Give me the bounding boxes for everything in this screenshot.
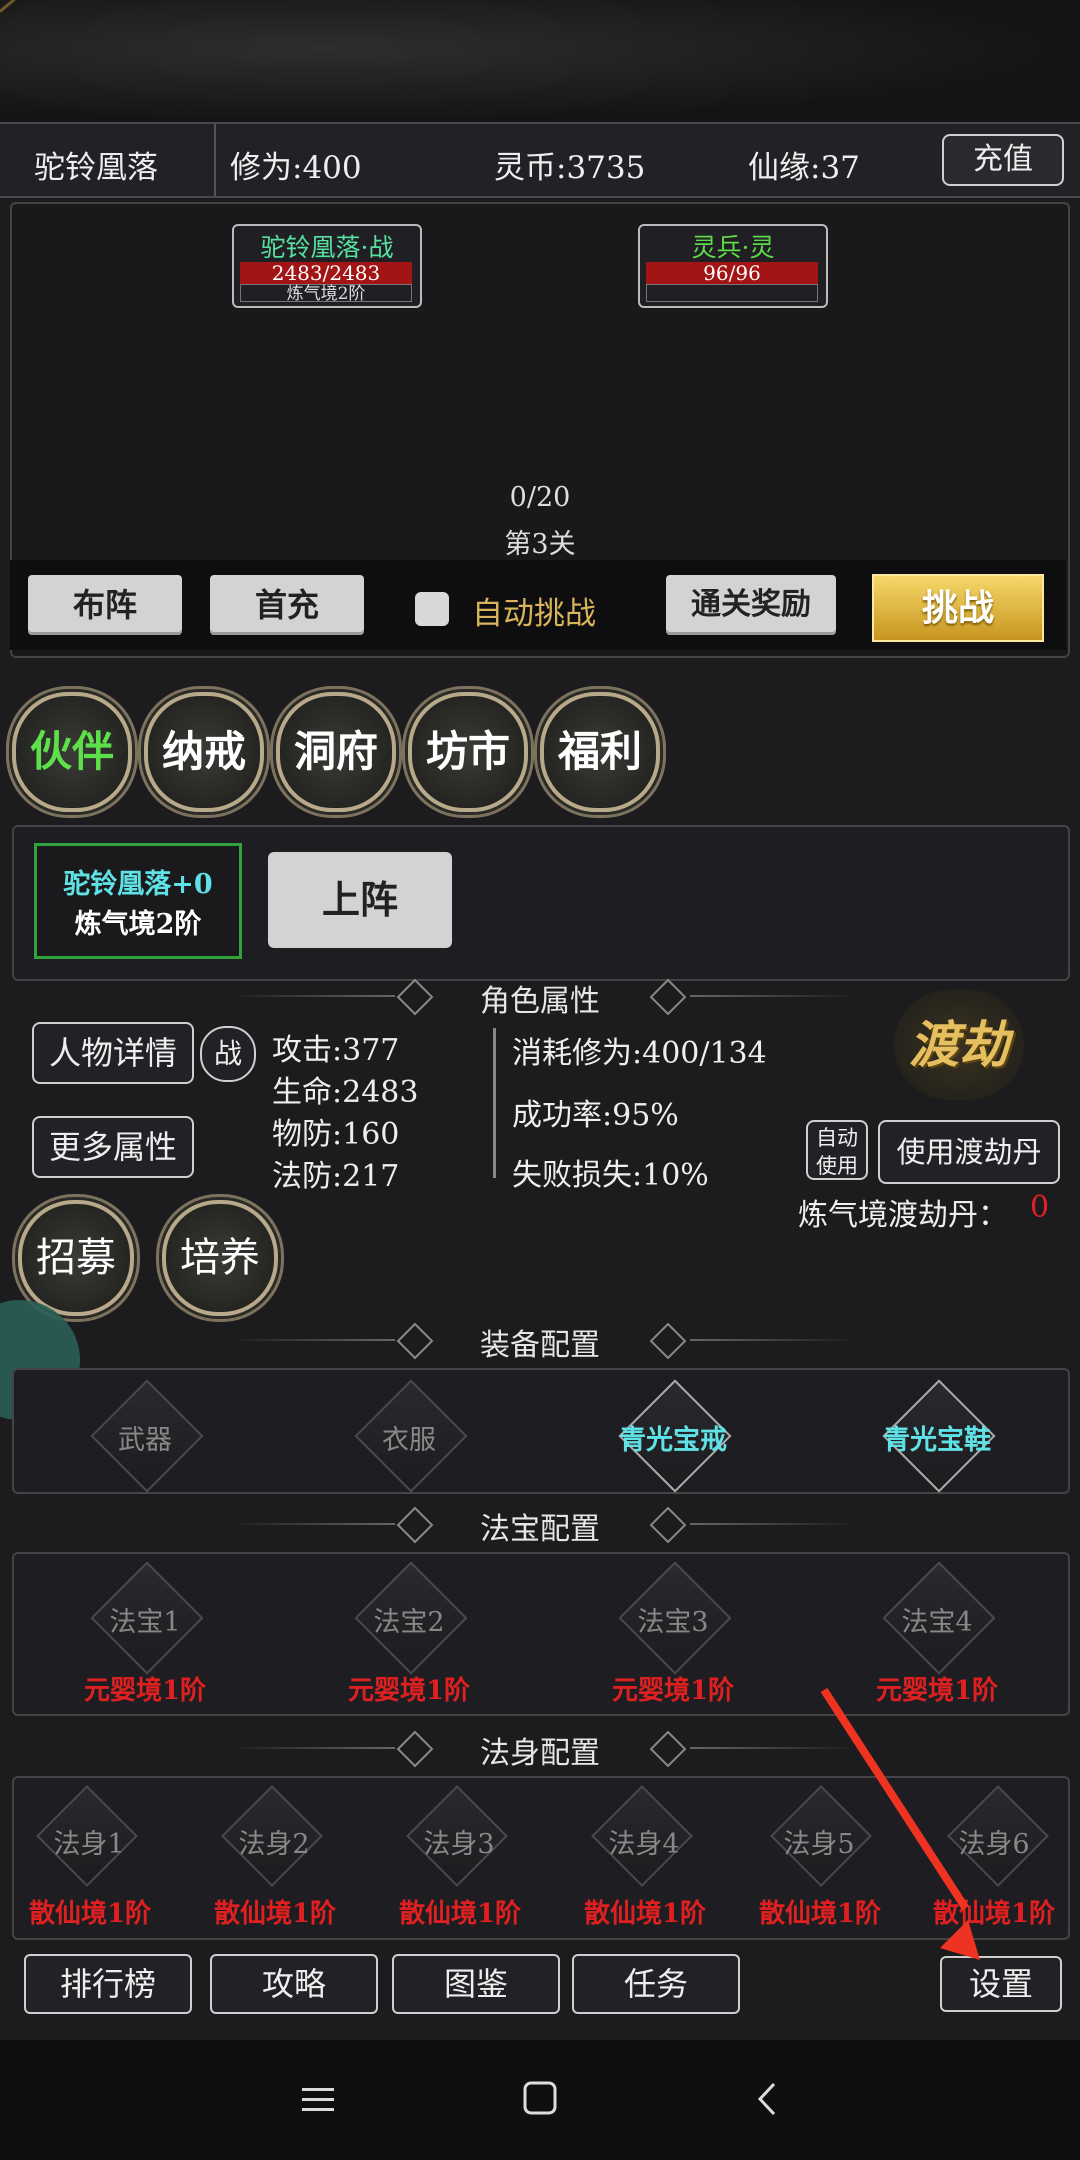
cultivation-cost: 消耗修为:400/134 xyxy=(512,1036,767,1071)
clothes-slot-label: 衣服 xyxy=(382,1425,436,1456)
back-icon[interactable] xyxy=(752,2080,782,2118)
success-rate: 成功率:95% xyxy=(512,1098,679,1133)
bodies-title: 法身配置 xyxy=(480,1736,600,1771)
stage-label: 第3关 xyxy=(504,529,576,560)
character-detail-button[interactable]: 人物详情 xyxy=(32,1022,194,1084)
body-slot-label: 法身3 xyxy=(423,1829,495,1860)
companion-card[interactable]: 驼铃凰落+0 炼气境2阶 xyxy=(34,843,242,959)
market-menu-button[interactable]: 坊市 xyxy=(408,692,528,812)
enemy-name: 灵兵·灵 xyxy=(691,233,775,262)
cave-menu-button[interactable]: 洞府 xyxy=(276,692,396,812)
section-line xyxy=(690,1747,855,1749)
enemy-unit[interactable]: 灵兵·灵 96/96 xyxy=(638,224,828,308)
weapon-slot-label: 武器 xyxy=(118,1425,172,1456)
body-slot-label: 法身1 xyxy=(53,1829,125,1860)
treasure-requirement: 元婴境1阶 xyxy=(875,1676,999,1706)
use-tribulation-pill-button[interactable]: 使用渡劫丹 xyxy=(878,1120,1060,1184)
companion-realm: 炼气境2阶 xyxy=(74,909,202,940)
task-button[interactable]: 任务 xyxy=(572,1954,740,2014)
first-charge-button[interactable]: 首充 xyxy=(210,575,364,635)
ally-hp-bar: 2483/2483 xyxy=(240,262,412,284)
welfare-menu-button[interactable]: 福利 xyxy=(540,692,660,812)
bodies-panel xyxy=(12,1776,1070,1940)
guide-button[interactable]: 攻略 xyxy=(210,1954,378,2014)
ally-unit[interactable]: 驼铃凰落·战 2483/2483 炼气境2阶 xyxy=(232,224,422,308)
more-attributes-button[interactable]: 更多属性 xyxy=(32,1116,194,1178)
recharge-button[interactable]: 充值 xyxy=(942,134,1064,186)
section-line xyxy=(690,995,855,997)
companion-name: 驼铃凰落+0 xyxy=(63,869,213,900)
auto-challenge-checkbox[interactable] xyxy=(415,592,449,626)
top-background xyxy=(0,0,1080,122)
tribulation-pill-label: 炼气境渡劫丹： xyxy=(798,1198,1008,1233)
train-button[interactable]: 培养 xyxy=(162,1200,278,1316)
home-icon[interactable] xyxy=(522,2080,558,2116)
treasure-slot-label: 法宝1 xyxy=(109,1607,181,1638)
section-line xyxy=(690,1339,855,1341)
treasures-title: 法宝配置 xyxy=(480,1512,600,1547)
body-requirement: 散仙境1阶 xyxy=(28,1899,152,1929)
body-requirement: 散仙境1阶 xyxy=(398,1899,522,1929)
tribulation-pill-count: 0 xyxy=(1030,1190,1050,1225)
menu-icon[interactable] xyxy=(300,2084,336,2116)
formation-button[interactable]: 布阵 xyxy=(28,575,182,635)
failure-loss: 失败损失:10% xyxy=(512,1158,709,1193)
body-slot-label: 法身6 xyxy=(958,1829,1030,1860)
attack-stat: 攻击:377 xyxy=(272,1033,400,1068)
status-bar: 驼铃凰落 修为:400 灵币:3735 仙缘:37 充值 xyxy=(0,122,1080,198)
hp-stat: 生命:2483 xyxy=(272,1075,419,1110)
body-slot-label: 法身4 xyxy=(608,1829,680,1860)
equipment-title: 装备配置 xyxy=(480,1328,600,1363)
divider xyxy=(214,124,216,196)
companion-menu-button[interactable]: 伙伴 xyxy=(12,692,132,812)
body-requirement: 散仙境1阶 xyxy=(583,1899,707,1929)
ally-realm: 炼气境2阶 xyxy=(240,284,412,303)
enemy-realm xyxy=(646,284,818,302)
magic-defense-stat: 法防:217 xyxy=(272,1159,400,1194)
treasure-slot-label: 法宝4 xyxy=(901,1607,973,1638)
codex-button[interactable]: 图鉴 xyxy=(392,1954,560,2014)
cultivation-value: 修为:400 xyxy=(230,150,362,186)
body-requirement: 散仙境1阶 xyxy=(758,1899,882,1929)
spirit-coins-value: 灵币:3735 xyxy=(494,150,646,186)
battle-tag-button[interactable]: 战 xyxy=(200,1026,256,1082)
treasure-requirement: 元婴境1阶 xyxy=(347,1676,471,1706)
body-requirement: 散仙境1阶 xyxy=(213,1899,337,1929)
challenge-button[interactable]: 挑战 xyxy=(872,574,1044,642)
deploy-button[interactable]: 上阵 xyxy=(268,852,452,948)
auto-use-toggle[interactable]: 自动使用 xyxy=(806,1120,868,1180)
clear-reward-button[interactable]: 通关奖励 xyxy=(666,575,836,635)
treasure-slot-label: 法宝3 xyxy=(637,1607,709,1638)
auto-challenge-label: 自动挑战 xyxy=(472,596,596,632)
xianyuan-value: 仙缘:37 xyxy=(748,150,860,186)
physical-defense-stat: 物防:160 xyxy=(272,1117,400,1152)
player-name: 驼铃凰落 xyxy=(34,150,158,186)
system-nav-bar xyxy=(0,2040,1080,2160)
section-line xyxy=(690,1523,855,1525)
treasure-slot-label: 法宝2 xyxy=(373,1607,445,1638)
body-slot-label: 法身2 xyxy=(238,1829,310,1860)
divider xyxy=(493,1028,496,1178)
ring-slot-label: 青光宝戒 xyxy=(619,1425,727,1456)
recruit-button[interactable]: 招募 xyxy=(18,1200,134,1316)
wave-progress: 0/20 xyxy=(509,482,571,513)
tribulation-button[interactable]: 渡劫 xyxy=(894,990,1024,1100)
ally-name: 驼铃凰落·战 xyxy=(260,233,394,262)
ranking-button[interactable]: 排行榜 xyxy=(24,1954,192,2014)
arrow-head xyxy=(940,1920,980,1960)
storage-ring-menu-button[interactable]: 纳戒 xyxy=(144,692,264,812)
enemy-hp-bar: 96/96 xyxy=(646,262,818,284)
body-slot-label: 法身5 xyxy=(783,1829,855,1860)
branch-decoration xyxy=(0,0,70,13)
treasure-requirement: 元婴境1阶 xyxy=(83,1676,207,1706)
shoes-slot-label: 青光宝鞋 xyxy=(883,1425,991,1456)
treasure-requirement: 元婴境1阶 xyxy=(611,1676,735,1706)
